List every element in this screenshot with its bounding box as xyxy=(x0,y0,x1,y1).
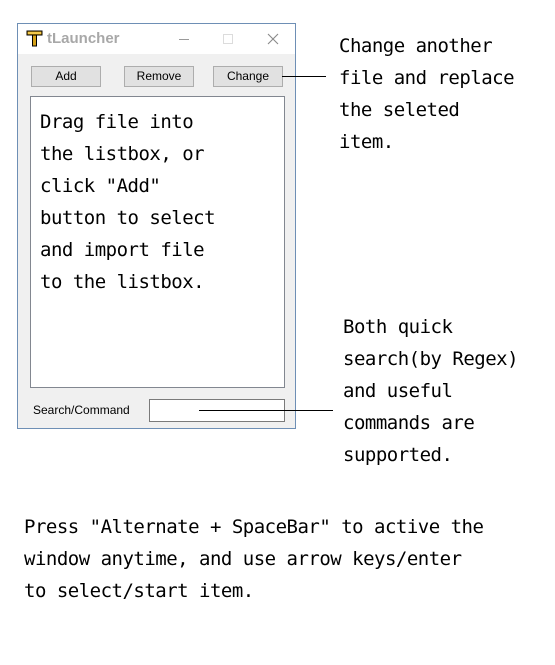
change-button[interactable]: Change xyxy=(213,66,283,87)
search-callout-line xyxy=(199,410,333,411)
t-letter-icon xyxy=(26,30,43,47)
minimize-icon[interactable] xyxy=(173,30,195,48)
change-callout-text: Change another file and replace the sele… xyxy=(339,35,515,153)
maximize-icon[interactable] xyxy=(217,30,239,48)
listbox-hint-text: Drag file into the listbox, or click "Ad… xyxy=(40,111,216,293)
launcher-window: tLauncher Add Remove Change Drag file in… xyxy=(17,23,296,429)
add-button[interactable]: Add xyxy=(31,66,101,87)
footer-instruction-text: Press "Alternate + SpaceBar" to active t… xyxy=(24,516,484,602)
search-command-label: Search/Command xyxy=(33,403,130,417)
change-callout-line xyxy=(282,76,326,77)
window-title: tLauncher xyxy=(47,30,120,47)
title-bar[interactable]: tLauncher xyxy=(18,24,295,54)
close-icon[interactable] xyxy=(262,30,284,48)
file-listbox[interactable]: Drag file into the listbox, or click "Ad… xyxy=(30,96,285,388)
remove-button[interactable]: Remove xyxy=(124,66,194,87)
search-callout-text: Both quick search(by Regex) and useful c… xyxy=(343,316,519,466)
